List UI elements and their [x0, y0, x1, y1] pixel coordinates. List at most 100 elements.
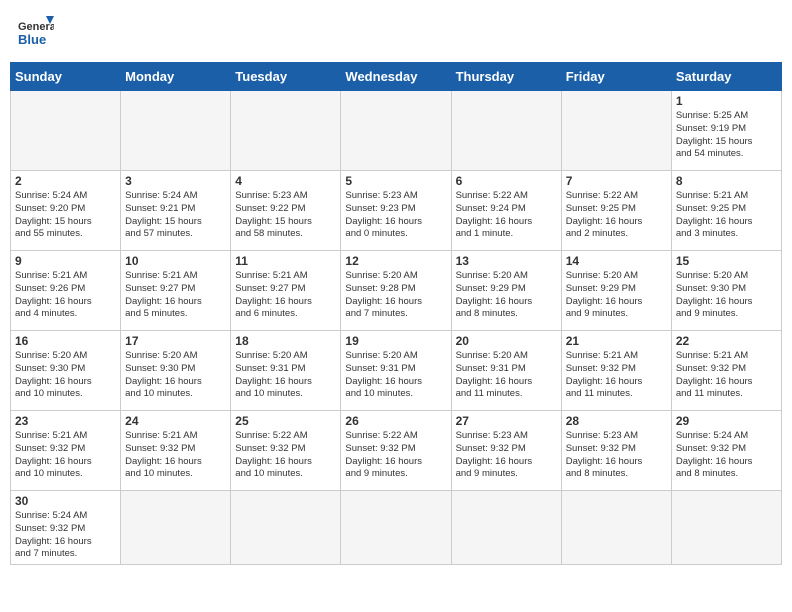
day-number: 3 — [125, 174, 226, 188]
calendar-day-cell — [451, 491, 561, 565]
day-of-week-header: Wednesday — [341, 63, 451, 91]
calendar-day-cell — [231, 491, 341, 565]
calendar-day-cell — [121, 91, 231, 171]
day-number: 20 — [456, 334, 557, 348]
day-of-week-header: Sunday — [11, 63, 121, 91]
day-info: Sunrise: 5:25 AM Sunset: 9:19 PM Dayligh… — [676, 110, 777, 161]
day-of-week-header: Saturday — [671, 63, 781, 91]
calendar-day-cell: 7Sunrise: 5:22 AM Sunset: 9:25 PM Daylig… — [561, 171, 671, 251]
day-of-week-header: Monday — [121, 63, 231, 91]
day-number: 17 — [125, 334, 226, 348]
day-number: 18 — [235, 334, 336, 348]
logo-container: General Blue — [18, 14, 54, 50]
day-number: 26 — [345, 414, 446, 428]
calendar-day-cell: 21Sunrise: 5:21 AM Sunset: 9:32 PM Dayli… — [561, 331, 671, 411]
day-info: Sunrise: 5:24 AM Sunset: 9:32 PM Dayligh… — [676, 430, 777, 481]
day-info: Sunrise: 5:23 AM Sunset: 9:32 PM Dayligh… — [566, 430, 667, 481]
day-number: 8 — [676, 174, 777, 188]
day-info: Sunrise: 5:23 AM Sunset: 9:32 PM Dayligh… — [456, 430, 557, 481]
calendar-day-cell: 16 Sunrise: 5:20 AM Sunset: 9:30 PM Dayli… — [11, 331, 121, 411]
day-number: 25 — [235, 414, 336, 428]
calendar-day-cell — [231, 91, 341, 171]
calendar-day-cell — [341, 491, 451, 565]
calendar-day-cell: 11 Sunrise: 5:21 AM Sunset: 9:27 PM Dayli… — [231, 251, 341, 331]
calendar-header-row: SundayMondayTuesdayWednesdayThursdayFrid… — [11, 63, 782, 91]
day-info: Sunrise: 5:20 AM Sunset: 9:31 PM Dayligh… — [456, 350, 557, 401]
day-info: Sunrise: 5:21 AM Sunset: 9:32 PM Dayligh… — [125, 430, 226, 481]
calendar-day-cell: 5Sunrise: 5:23 AM Sunset: 9:23 PM Daylig… — [341, 171, 451, 251]
calendar-day-cell: 28 Sunrise: 5:23 AM Sunset: 9:32 PM Dayli… — [561, 411, 671, 491]
day-info: Sunrise: 5:22 AM Sunset: 9:25 PM Dayligh… — [566, 190, 667, 241]
day-number: 28 — [566, 414, 667, 428]
day-info: Sunrise: 5:21 AM Sunset: 9:26 PM Dayligh… — [15, 270, 116, 321]
calendar-day-cell: 27 Sunrise: 5:23 AM Sunset: 9:32 PM Dayli… — [451, 411, 561, 491]
day-info: Sunrise: 5:21 AM Sunset: 9:27 PM Dayligh… — [235, 270, 336, 321]
day-number: 19 — [345, 334, 446, 348]
day-number: 6 — [456, 174, 557, 188]
calendar-day-cell: 13 Sunrise: 5:20 AM Sunset: 9:29 PM Dayli… — [451, 251, 561, 331]
calendar-day-cell: 19 Sunrise: 5:20 AM Sunset: 9:31 PM Dayli… — [341, 331, 451, 411]
day-number: 15 — [676, 254, 777, 268]
calendar-day-cell — [451, 91, 561, 171]
calendar-day-cell — [341, 91, 451, 171]
logo: General Blue — [18, 14, 54, 50]
day-number: 24 — [125, 414, 226, 428]
day-info: Sunrise: 5:24 AM Sunset: 9:21 PM Dayligh… — [125, 190, 226, 241]
day-number: 12 — [345, 254, 446, 268]
page-header: General Blue — [10, 10, 782, 54]
day-info: Sunrise: 5:22 AM Sunset: 9:24 PM Dayligh… — [456, 190, 557, 241]
calendar-table: SundayMondayTuesdayWednesdayThursdayFrid… — [10, 62, 782, 565]
day-info: Sunrise: 5:20 AM Sunset: 9:30 PM Dayligh… — [15, 350, 116, 401]
calendar-day-cell: 17 Sunrise: 5:20 AM Sunset: 9:30 PM Dayli… — [121, 331, 231, 411]
calendar-day-cell — [11, 91, 121, 171]
calendar-day-cell: 18 Sunrise: 5:20 AM Sunset: 9:31 PM Dayli… — [231, 331, 341, 411]
day-number: 5 — [345, 174, 446, 188]
day-number: 23 — [15, 414, 116, 428]
calendar-week-row: 9 Sunrise: 5:21 AM Sunset: 9:26 PM Daylig… — [11, 251, 782, 331]
day-info: Sunrise: 5:21 AM Sunset: 9:27 PM Dayligh… — [125, 270, 226, 321]
calendar-day-cell — [561, 91, 671, 171]
day-info: Sunrise: 5:24 AM Sunset: 9:20 PM Dayligh… — [15, 190, 116, 241]
calendar-day-cell: 10Sunrise: 5:21 AM Sunset: 9:27 PM Dayli… — [121, 251, 231, 331]
day-number: 27 — [456, 414, 557, 428]
day-number: 11 — [235, 254, 336, 268]
day-info: Sunrise: 5:20 AM Sunset: 9:29 PM Dayligh… — [456, 270, 557, 321]
calendar-day-cell: 25Sunrise: 5:22 AM Sunset: 9:32 PM Dayli… — [231, 411, 341, 491]
day-number: 29 — [676, 414, 777, 428]
day-number: 30 — [15, 494, 116, 508]
calendar-week-row: 30 Sunrise: 5:24 AM Sunset: 9:32 PM Dayli… — [11, 491, 782, 565]
calendar-day-cell: 30 Sunrise: 5:24 AM Sunset: 9:32 PM Dayli… — [11, 491, 121, 565]
calendar-day-cell: 1 Sunrise: 5:25 AM Sunset: 9:19 PM Daylig… — [671, 91, 781, 171]
day-number: 13 — [456, 254, 557, 268]
calendar-day-cell — [671, 491, 781, 565]
day-of-week-header: Tuesday — [231, 63, 341, 91]
day-info: Sunrise: 5:21 AM Sunset: 9:32 PM Dayligh… — [566, 350, 667, 401]
calendar-week-row: 2 Sunrise: 5:24 AM Sunset: 9:20 PM Daylig… — [11, 171, 782, 251]
calendar-week-row: 23 Sunrise: 5:21 AM Sunset: 9:32 PM Dayli… — [11, 411, 782, 491]
day-number: 9 — [15, 254, 116, 268]
day-number: 1 — [676, 94, 777, 108]
day-info: Sunrise: 5:20 AM Sunset: 9:31 PM Dayligh… — [235, 350, 336, 401]
day-number: 16 — [15, 334, 116, 348]
calendar-day-cell: 26Sunrise: 5:22 AM Sunset: 9:32 PM Dayli… — [341, 411, 451, 491]
day-info: Sunrise: 5:20 AM Sunset: 9:30 PM Dayligh… — [676, 270, 777, 321]
calendar-day-cell: 15 Sunrise: 5:20 AM Sunset: 9:30 PM Dayli… — [671, 251, 781, 331]
day-info: Sunrise: 5:21 AM Sunset: 9:32 PM Dayligh… — [15, 430, 116, 481]
calendar-day-cell: 23 Sunrise: 5:21 AM Sunset: 9:32 PM Dayli… — [11, 411, 121, 491]
day-info: Sunrise: 5:21 AM Sunset: 9:25 PM Dayligh… — [676, 190, 777, 241]
logo-svg: General Blue — [18, 14, 54, 50]
day-info: Sunrise: 5:20 AM Sunset: 9:30 PM Dayligh… — [125, 350, 226, 401]
calendar-day-cell: 22Sunrise: 5:21 AM Sunset: 9:32 PM Dayli… — [671, 331, 781, 411]
day-number: 4 — [235, 174, 336, 188]
day-info: Sunrise: 5:23 AM Sunset: 9:22 PM Dayligh… — [235, 190, 336, 241]
day-info: Sunrise: 5:20 AM Sunset: 9:28 PM Dayligh… — [345, 270, 446, 321]
calendar-day-cell: 8 Sunrise: 5:21 AM Sunset: 9:25 PM Daylig… — [671, 171, 781, 251]
day-info: Sunrise: 5:20 AM Sunset: 9:31 PM Dayligh… — [345, 350, 446, 401]
day-number: 2 — [15, 174, 116, 188]
calendar-day-cell: 4 Sunrise: 5:23 AM Sunset: 9:22 PM Daylig… — [231, 171, 341, 251]
calendar-day-cell: 14Sunrise: 5:20 AM Sunset: 9:29 PM Dayli… — [561, 251, 671, 331]
day-info: Sunrise: 5:24 AM Sunset: 9:32 PM Dayligh… — [15, 510, 116, 561]
svg-text:Blue: Blue — [18, 32, 46, 47]
calendar-day-cell: 29 Sunrise: 5:24 AM Sunset: 9:32 PM Dayli… — [671, 411, 781, 491]
day-of-week-header: Friday — [561, 63, 671, 91]
